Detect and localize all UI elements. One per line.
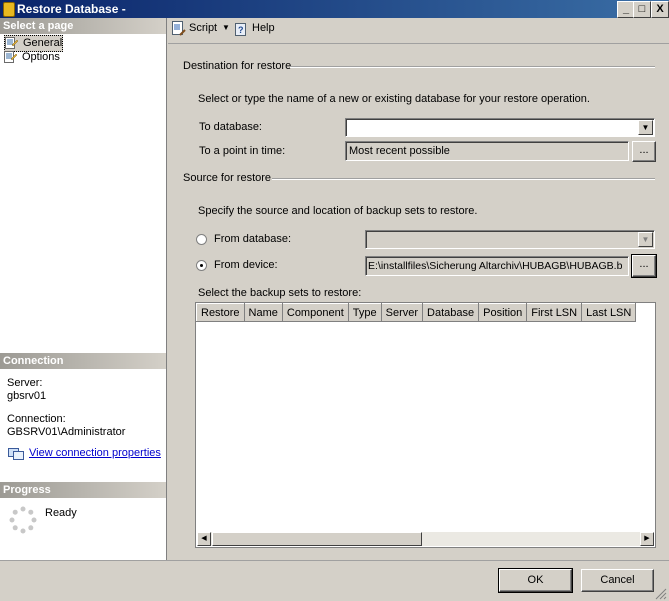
close-button[interactable]: X bbox=[651, 1, 669, 18]
progress-status: Ready bbox=[45, 507, 77, 519]
script-label: Script bbox=[189, 22, 218, 34]
destination-instructions: Select or type the name of a new or exis… bbox=[198, 93, 590, 105]
from-device-label: From device: bbox=[214, 259, 278, 271]
backup-sets-label: Select the backup sets to restore: bbox=[198, 287, 362, 299]
from-device-radio[interactable] bbox=[196, 260, 207, 271]
server-value: gbsrv01 bbox=[7, 390, 47, 402]
column-header-restore[interactable]: Restore bbox=[196, 303, 245, 322]
horizontal-scrollbar[interactable]: ◀ ▶ bbox=[197, 532, 654, 546]
toolbar: Script ▼ ? Help bbox=[170, 20, 300, 38]
column-header-database[interactable]: Database bbox=[422, 303, 480, 322]
connection-header: Connection bbox=[0, 353, 166, 369]
from-device-field: E:\installfiles\Sicherung Altarchiv\HUBA… bbox=[365, 256, 629, 276]
window-title: Restore Database - bbox=[17, 2, 126, 16]
backup-sets-grid[interactable]: Restore Name Component Type Server Datab… bbox=[195, 302, 656, 548]
toolbar-divider bbox=[168, 43, 669, 44]
from-device-value: E:\installfiles\Sicherung Altarchiv\HUBA… bbox=[368, 260, 623, 272]
left-pane: Select a page General Options Connection… bbox=[0, 18, 167, 560]
backup-sets-header: Restore Name Component Type Server Datab… bbox=[196, 303, 637, 322]
page-icon bbox=[4, 51, 17, 63]
page-item-options[interactable]: Options bbox=[4, 50, 60, 65]
device-browse-button[interactable]: ... bbox=[631, 254, 657, 278]
progress-header: Progress bbox=[0, 482, 166, 498]
point-in-time-browse-button[interactable]: ... bbox=[632, 141, 656, 162]
chevron-down-icon[interactable]: ▼ bbox=[222, 23, 230, 32]
script-button[interactable]: Script ▼ bbox=[170, 20, 230, 38]
column-header-component[interactable]: Component bbox=[281, 303, 349, 322]
scrollbar-thumb[interactable] bbox=[212, 532, 422, 546]
from-database-label: From database: bbox=[214, 233, 292, 245]
scroll-right-button[interactable]: ▶ bbox=[640, 532, 654, 546]
database-icon bbox=[3, 2, 15, 17]
maximize-button[interactable]: □ bbox=[633, 1, 651, 18]
column-header-first-lsn[interactable]: First LSN bbox=[526, 303, 583, 322]
bottom-bar: OK Cancel bbox=[0, 560, 669, 601]
column-header-position[interactable]: Position bbox=[478, 303, 528, 322]
spinner-icon bbox=[9, 506, 37, 534]
ok-button[interactable]: OK bbox=[498, 568, 573, 593]
select-page-header: Select a page bbox=[0, 18, 166, 34]
cancel-button[interactable]: Cancel bbox=[581, 569, 654, 592]
point-in-time-field: Most recent possible bbox=[345, 141, 629, 161]
script-icon bbox=[172, 21, 186, 36]
from-database-combobox: ▼ bbox=[365, 230, 655, 249]
source-heading: Source for restore bbox=[183, 172, 272, 184]
connection-label: Connection: bbox=[7, 413, 66, 425]
scroll-left-button[interactable]: ◀ bbox=[197, 532, 211, 546]
resize-grip-icon[interactable] bbox=[655, 588, 667, 600]
column-header-last-lsn[interactable]: Last LSN bbox=[581, 303, 637, 322]
help-label: Help bbox=[252, 22, 275, 34]
column-header-server[interactable]: Server bbox=[380, 303, 424, 322]
source-instructions: Specify the source and location of backu… bbox=[198, 205, 478, 217]
column-header-type[interactable]: Type bbox=[347, 303, 382, 322]
chevron-down-icon: ▼ bbox=[638, 232, 653, 247]
to-database-label: To database: bbox=[199, 121, 262, 133]
connection-properties-icon bbox=[8, 448, 24, 460]
column-header-name[interactable]: Name bbox=[243, 303, 283, 322]
source-divider bbox=[272, 178, 655, 180]
destination-heading: Destination for restore bbox=[183, 60, 292, 72]
point-in-time-label: To a point in time: bbox=[199, 145, 286, 157]
page-item-label: Options bbox=[22, 51, 60, 63]
point-in-time-value: Most recent possible bbox=[349, 145, 450, 157]
chevron-down-icon[interactable]: ▼ bbox=[638, 120, 653, 135]
svg-text:?: ? bbox=[238, 25, 244, 35]
page-item-label: General bbox=[23, 37, 63, 49]
help-icon: ? bbox=[235, 23, 246, 36]
page-icon bbox=[5, 37, 18, 49]
view-connection-properties-link[interactable]: View connection properties bbox=[29, 447, 161, 459]
from-database-radio[interactable] bbox=[196, 234, 207, 245]
title-bar: Restore Database - _ □ X bbox=[0, 0, 669, 18]
destination-divider bbox=[290, 66, 655, 68]
connection-value: GBSRV01\Administrator bbox=[7, 426, 126, 438]
help-button[interactable]: ? Help bbox=[234, 20, 279, 38]
server-label: Server: bbox=[7, 377, 43, 389]
to-database-combobox[interactable]: ▼ bbox=[345, 118, 655, 137]
